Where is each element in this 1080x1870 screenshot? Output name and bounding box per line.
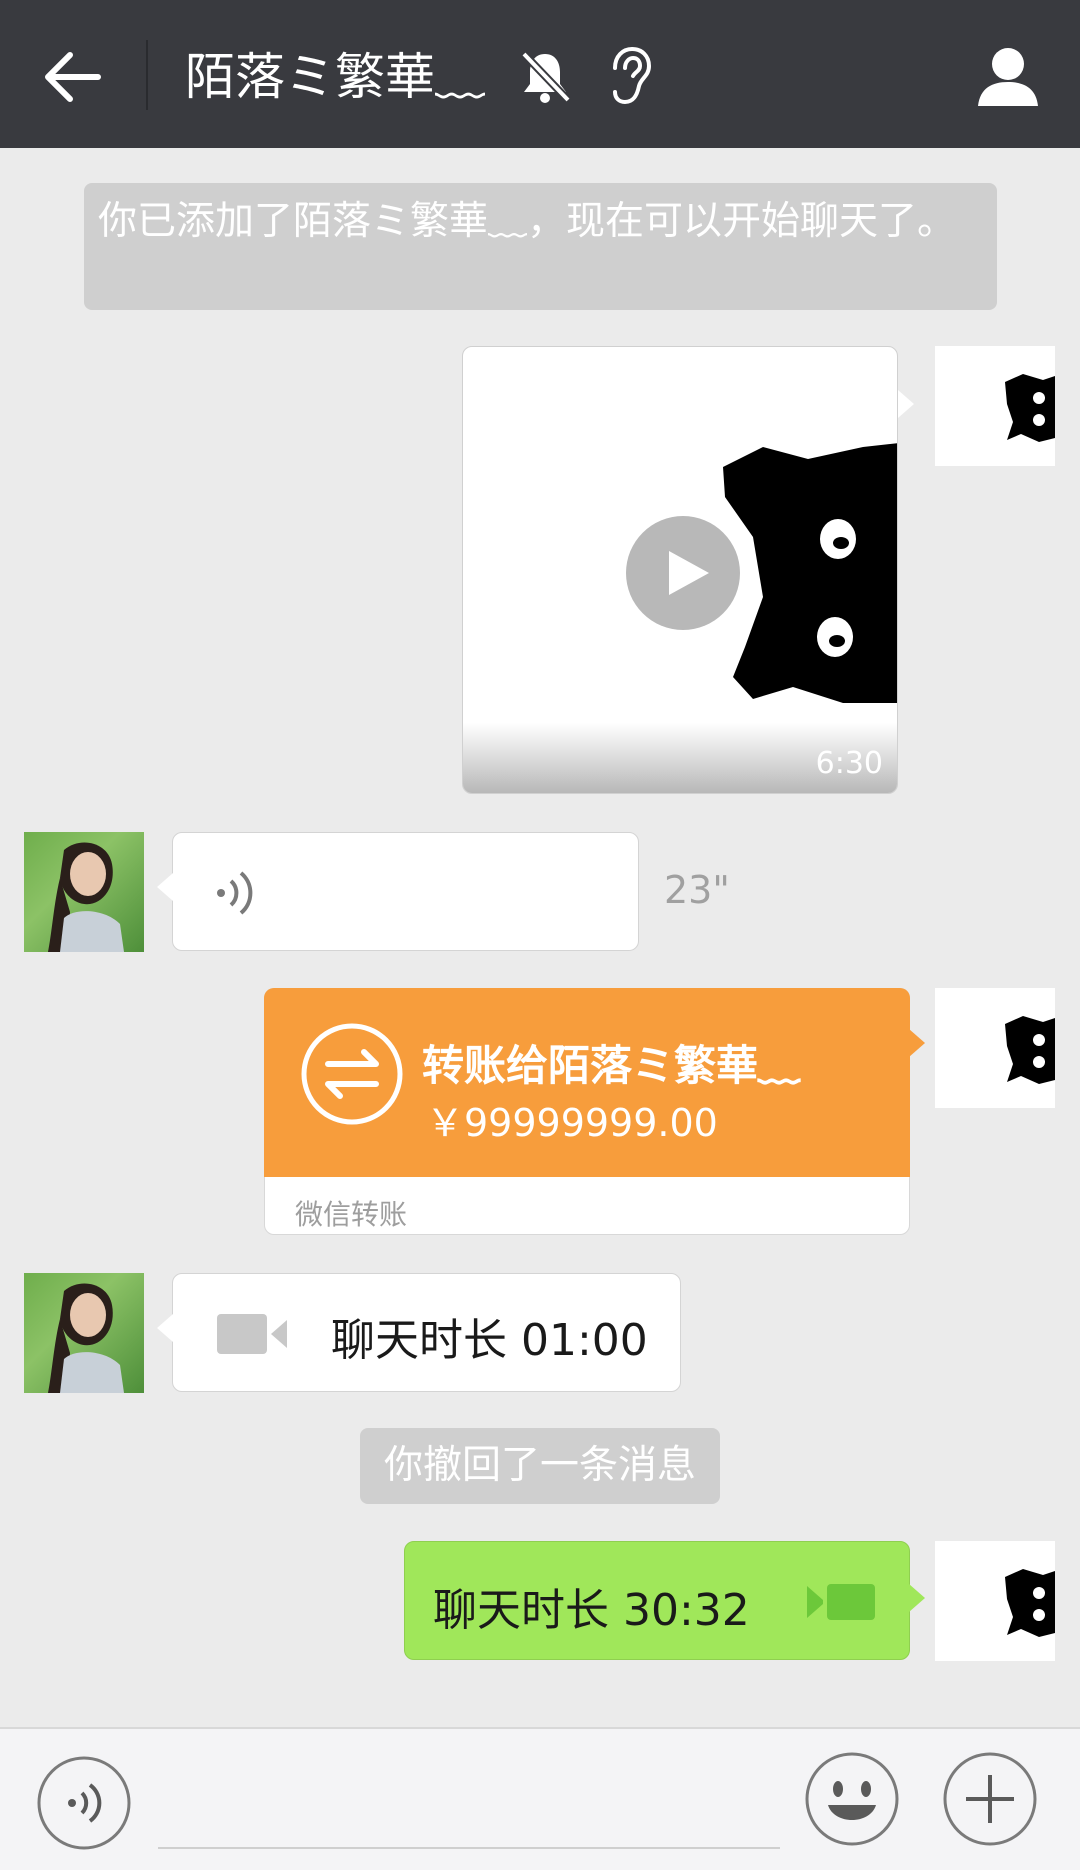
bubble-tail bbox=[898, 390, 914, 418]
system-notice-recall: 你撤回了一条消息 bbox=[360, 1428, 720, 1504]
voice-duration: 23" bbox=[664, 868, 730, 912]
my-avatar[interactable] bbox=[935, 988, 1055, 1108]
message-input[interactable] bbox=[158, 1847, 780, 1849]
more-button[interactable] bbox=[942, 1751, 1038, 1847]
play-icon bbox=[626, 516, 740, 630]
header-divider bbox=[146, 40, 148, 110]
contact-photo bbox=[48, 1283, 124, 1393]
play-button[interactable] bbox=[625, 515, 741, 631]
emoji-button[interactable] bbox=[804, 1751, 900, 1847]
sound-wave-icon bbox=[37, 1756, 131, 1850]
transfer-title: 转账给陌落ミ繁華﹏ bbox=[422, 1041, 801, 1090]
my-avatar[interactable] bbox=[935, 1541, 1055, 1661]
my-avatar[interactable] bbox=[935, 346, 1055, 466]
contact-avatar[interactable] bbox=[24, 832, 144, 952]
ear-icon[interactable] bbox=[605, 44, 655, 108]
voice-message[interactable] bbox=[157, 832, 639, 951]
transfer-arrows-icon bbox=[301, 1023, 403, 1125]
video-call-message-sent[interactable]: 聊天时长 30:32 bbox=[404, 1541, 925, 1660]
contact-avatar[interactable] bbox=[24, 1273, 144, 1393]
plus-icon bbox=[943, 1752, 1037, 1846]
system-notice-added: 你已添加了陌落ミ繁華﹏，现在可以开始聊天了。 bbox=[84, 183, 997, 310]
person-icon bbox=[978, 48, 1038, 106]
transfer-amount: ￥99999999.00 bbox=[426, 1101, 718, 1145]
contact-photo bbox=[48, 842, 124, 952]
call-duration-text: 聊天时长 01:00 bbox=[331, 1315, 648, 1366]
chat-header: 陌落ミ繁華﹏ bbox=[0, 0, 1080, 148]
voice-input-toggle[interactable] bbox=[36, 1755, 132, 1851]
cat-avatar-icon bbox=[1005, 374, 1055, 442]
arrow-left-icon bbox=[45, 52, 101, 102]
transfer-header: 转账给陌落ミ繁華﹏ ￥99999999.00 bbox=[264, 988, 910, 1177]
smiley-icon bbox=[805, 1752, 899, 1846]
call-duration-text: 聊天时长 30:32 bbox=[433, 1585, 750, 1636]
input-bar bbox=[0, 1727, 1080, 1870]
video-camera-icon bbox=[807, 1584, 875, 1620]
cat-avatar-icon bbox=[1005, 1016, 1055, 1084]
profile-button[interactable] bbox=[972, 40, 1044, 112]
video-call-message[interactable]: 聊天时长 01:00 bbox=[157, 1273, 681, 1392]
transfer-label: 微信转账 bbox=[295, 1198, 408, 1231]
sound-wave-icon bbox=[217, 871, 253, 915]
cat-avatar-icon bbox=[1005, 1569, 1055, 1637]
video-duration: 6:30 bbox=[815, 746, 883, 781]
transfer-message[interactable]: 转账给陌落ミ繁華﹏ ￥99999999.00 微信转账 bbox=[264, 988, 925, 1235]
chat-title: 陌落ミ繁華﹏ bbox=[185, 48, 485, 106]
video-camera-icon bbox=[217, 1314, 287, 1354]
video-message[interactable]: 6:30 bbox=[462, 346, 898, 794]
back-button[interactable] bbox=[38, 42, 108, 112]
bell-off-icon bbox=[518, 48, 572, 106]
